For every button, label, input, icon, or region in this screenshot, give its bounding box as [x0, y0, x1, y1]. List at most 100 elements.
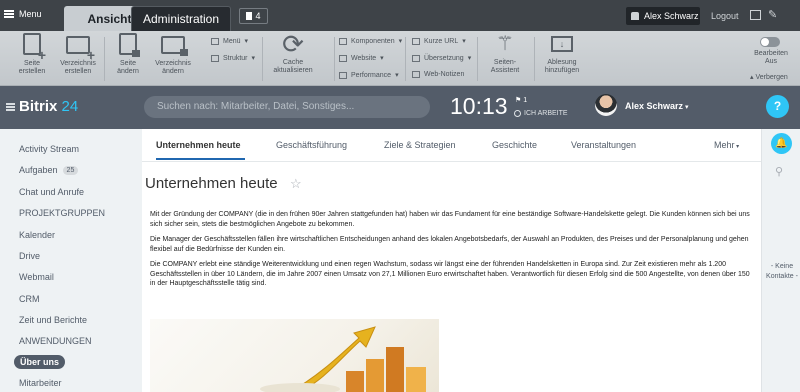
logo-text: Bitrix [19, 98, 58, 115]
page-wizard-label: Seiten- Assistent [490, 59, 520, 74]
create-page-label: Seite erstellen [18, 60, 46, 75]
structure-dropdown-label: Struktur [223, 54, 248, 62]
search-input[interactable]: Suchen nach: Mitarbeiter, Datei, Sonstig… [144, 96, 430, 118]
growth-chart-illustration [260, 326, 426, 392]
admin-user-name: Alex Schwarz [644, 11, 699, 21]
performance-label: Performance [351, 71, 392, 79]
toolbar-divider [262, 37, 263, 81]
active-tab-underline [156, 158, 245, 160]
translation-dropdown[interactable]: Übersetzung ▾ [412, 54, 471, 62]
sidebar-item-label: PROJEKTGRUPPEN [19, 208, 106, 218]
admin-user-button[interactable]: Alex Schwarz [626, 7, 700, 25]
sidebar-item-calendar[interactable]: Kalender [19, 230, 55, 240]
link-icon [412, 37, 420, 45]
tab-management[interactable]: Geschäftsführung [276, 140, 347, 150]
magic-wand-icon: ⚚ [496, 33, 514, 55]
article-body: Mit der Gründung der COMPANY (die in den… [150, 210, 750, 295]
avatar[interactable] [595, 94, 617, 116]
performance-dropdown[interactable]: Performance ▾ [339, 71, 399, 79]
help-button[interactable]: ? [766, 95, 789, 118]
sidebar-item-workgroups[interactable]: PROJEKTGRUPPEN [19, 208, 105, 218]
sidebar-item-webmail[interactable]: Webmail [19, 272, 54, 282]
web-notes-button[interactable]: Web-Notizen [412, 71, 464, 78]
hamburger-icon[interactable] [6, 103, 15, 111]
structure-dropdown[interactable]: Struktur ▾ [211, 54, 255, 62]
sidebar-item-label: Drive [19, 251, 41, 261]
bell-icon[interactable]: 🔔 [771, 133, 792, 154]
clock-flag-count: 1 [523, 97, 528, 104]
cache-refresh-button[interactable]: ⟳ Cache aktualisieren [268, 31, 318, 75]
edit-page-label: Seite ändern [117, 60, 139, 75]
sidebar-item-drive[interactable]: Drive [19, 251, 40, 261]
portal-header: Bitrix 24 Suchen nach: Mitarbeiter, Date… [0, 86, 800, 129]
edit-page-icon [119, 33, 140, 57]
sidebar-item-about-us[interactable]: Über uns [14, 355, 66, 369]
hamburger-icon [4, 10, 14, 18]
edit-folder-button[interactable]: Verzeichnis ändern [150, 33, 196, 76]
tab-more[interactable]: Mehr ▾ [714, 140, 739, 150]
sidebar-item-employees[interactable]: Mitarbeiter [19, 378, 62, 388]
tab-events[interactable]: Veranstaltungen [571, 140, 636, 150]
sidebar-item-time-reports[interactable]: Zeit und Berichte [19, 315, 87, 325]
tab-administration[interactable]: Administration [131, 6, 231, 31]
sidebar-item-label: CRM [19, 294, 40, 304]
tab-goals-strategies[interactable]: Ziele & Strategien [384, 140, 456, 150]
short-url-dropdown[interactable]: Kurze URL ▾ [412, 37, 466, 45]
menu-dropdown-label: Menü [223, 37, 241, 45]
star-icon[interactable]: ☆ [290, 176, 302, 192]
admin-menu-label: Menu [19, 9, 42, 19]
sidebar-item-tasks[interactable]: Aufgaben 25 [19, 165, 79, 175]
work-status-button[interactable]: ICH ARBEITE [514, 110, 568, 117]
edit-mode-toggle[interactable] [760, 37, 780, 47]
search-icon[interactable]: ⚲ [775, 165, 783, 178]
create-page-button[interactable]: Seite erstellen [10, 33, 54, 76]
components-icon [339, 37, 347, 45]
tab-history[interactable]: Geschichte [492, 140, 537, 150]
logout-link[interactable]: Logout [711, 11, 739, 21]
performance-icon [339, 71, 347, 79]
logo[interactable]: Bitrix 24 [19, 98, 78, 115]
notes-icon [412, 71, 420, 78]
cache-refresh-label: Cache aktualisieren [273, 59, 313, 74]
translation-icon [412, 54, 420, 62]
sidebar-item-applications[interactable]: ANWENDUNGEN [19, 336, 92, 346]
sidebar-item-label: Webmail [19, 272, 54, 282]
menu-dropdown[interactable]: Menü ▾ [211, 37, 248, 45]
new-folder-icon [66, 36, 95, 59]
tasks-counter-badge: 25 [62, 165, 79, 175]
hide-toolbar-link[interactable]: ▴ Verbergen [750, 73, 788, 81]
add-record-button[interactable]: ↓ Ablesung hinzufügen [538, 33, 586, 75]
toolbar-divider [334, 37, 335, 81]
pin-icon[interactable]: ✎ [768, 8, 777, 21]
admin-menu-button[interactable]: Menu [4, 9, 42, 19]
main-content: Unternehmen heute Geschäftsführung Ziele… [142, 129, 761, 392]
sidebar-item-label: Aufgaben [19, 165, 58, 175]
sidebar-item-crm[interactable]: CRM [19, 294, 40, 304]
website-dropdown[interactable]: Website ▾ [339, 54, 384, 62]
sidebar-item-chat[interactable]: Chat und Anrufe [19, 187, 84, 197]
notifications-button[interactable]: 4 [239, 8, 268, 24]
admin-top-bar: Menu Ansicht Administration 4 Alex Schwa… [0, 0, 800, 31]
add-record-label: Ablesung hinzufügen [544, 59, 580, 74]
create-folder-button[interactable]: Verzeichnis erstellen [56, 33, 100, 76]
sidebar-item-label: Chat und Anrufe [19, 187, 85, 197]
new-page-icon [23, 33, 46, 59]
edit-page-button[interactable]: Seite ändern [108, 33, 148, 76]
mail-icon[interactable] [750, 10, 761, 20]
components-dropdown[interactable]: Komponenten ▾ [339, 37, 402, 45]
clock-time[interactable]: 10:13 [450, 93, 508, 120]
components-label: Komponenten [351, 37, 395, 45]
header-user-name[interactable]: Alex Schwarz ▾ [625, 101, 689, 111]
page-wizard-button[interactable]: ⚚ Seiten- Assistent [482, 33, 528, 75]
structure-icon [211, 54, 219, 62]
logo-number: 24 [61, 98, 79, 115]
sidebar-item-label: Mitarbeiter [19, 378, 62, 388]
clock-flag-icon: ⚑ 1 [515, 97, 528, 104]
translation-label: Übersetzung [424, 54, 464, 62]
article-image [150, 319, 439, 392]
edit-folder-icon [161, 36, 188, 56]
screen-record-icon: ↓ [551, 36, 573, 52]
sidebar-item-activity-stream[interactable]: Activity Stream [19, 144, 79, 154]
tab-company-today[interactable]: Unternehmen heute [156, 140, 241, 150]
page-title: Unternehmen heute [145, 175, 278, 192]
